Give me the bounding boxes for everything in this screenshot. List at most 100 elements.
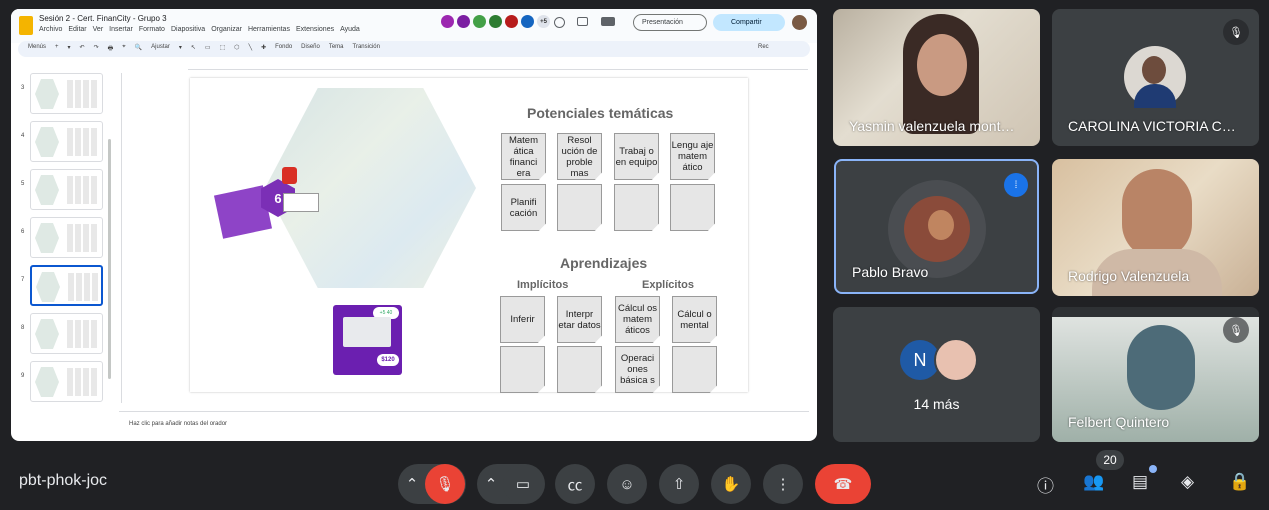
background-button[interactable]: Fondo (275, 44, 292, 54)
slide-thumbnail[interactable] (30, 361, 103, 402)
undo-icon[interactable]: ↶ (80, 44, 85, 54)
menu-item[interactable]: Ver (93, 26, 104, 33)
menu-bar: Archivo Editar Ver Insertar Formato Diap… (39, 26, 360, 33)
audio-level-icon: ⁞ (1004, 173, 1028, 197)
participant-tile-speaking[interactable]: ⁞ Pablo Bravo (834, 159, 1039, 294)
add-slide-button[interactable]: + (55, 44, 59, 54)
slide-thumbnail[interactable] (30, 217, 103, 258)
slide-thumbnail[interactable] (30, 121, 103, 162)
history-icon[interactable] (554, 17, 565, 28)
emoji-button[interactable]: ☺ (607, 464, 647, 504)
shape-icon[interactable]: ⬡ (234, 44, 239, 54)
title-potenciales: Potenciales temáticas (527, 105, 674, 121)
more-collaborators[interactable]: +5 (537, 15, 550, 28)
thumb-number: 4 (21, 133, 25, 139)
menu-item[interactable]: Herramientas (248, 26, 290, 33)
participant-name: CAROLINA VICTORIA C… (1068, 118, 1236, 134)
menu-item[interactable]: Formato (139, 26, 165, 33)
raise-hand-button[interactable]: ✋ (711, 464, 751, 504)
collaborator-avatar[interactable] (473, 15, 486, 28)
chevron-down-icon[interactable]: ▾ (68, 44, 71, 54)
toolbar: Menús + ▾ ↶ ↷ 🖶 ⌖ 🔍 Ajustar ▾ ↖ ▭ ⬚ ⬡ ╲ … (18, 41, 810, 57)
menus-search[interactable]: Menús (28, 44, 46, 54)
collaborator-avatar[interactable] (489, 15, 502, 28)
slide-canvas[interactable]: 6 +5 40 $120 Potenciales temáticas Matem… (190, 78, 748, 393)
record-button[interactable]: Rec (758, 44, 769, 50)
more-options-button[interactable]: ⋮ (763, 464, 803, 504)
note-box: Cálcul os matem áticos (615, 296, 660, 343)
info-icon[interactable]: ⓘ (1037, 472, 1054, 497)
present-button[interactable]: Presentación (633, 14, 707, 31)
camera-button[interactable]: ▭ (503, 464, 543, 504)
city-map-hexagon (265, 88, 476, 288)
chevron-up-icon[interactable]: ⌃ (477, 464, 505, 504)
thumb-number: 6 (21, 229, 25, 235)
participant-tile[interactable]: 🎙 Felbert Quintero (1052, 307, 1259, 442)
mic-off-button[interactable]: 🎙 (425, 464, 465, 504)
zoom-icon[interactable]: 🔍 (135, 44, 142, 54)
shared-screen: Sesión 2 - Cert. FinanCity - Grupo 3 Arc… (11, 9, 817, 441)
document-title[interactable]: Sesión 2 - Cert. FinanCity - Grupo 3 (39, 14, 167, 23)
slide-thumbnail[interactable] (30, 169, 103, 210)
meet-icon[interactable] (601, 17, 615, 26)
host-controls-icon[interactable]: 🔒 (1229, 472, 1250, 492)
share-button[interactable]: Compartir (713, 14, 785, 31)
collaborator-avatar[interactable] (505, 15, 518, 28)
menu-item[interactable]: Ayuda (340, 26, 360, 33)
participant-face (1127, 325, 1195, 410)
participant-name: Yasmin valenzuela mont… (849, 118, 1015, 134)
present-screen-button[interactable]: ⇧ (659, 464, 699, 504)
chevron-down-icon[interactable]: ▾ (179, 44, 182, 54)
note-box (672, 346, 717, 393)
collaborator-avatar[interactable] (441, 15, 454, 28)
transition-button[interactable]: Transición (353, 44, 380, 54)
textbox-icon[interactable]: ▭ (205, 44, 211, 54)
note-box (670, 184, 715, 231)
slide-thumbnail[interactable] (30, 313, 103, 354)
line-icon[interactable]: ╲ (248, 44, 252, 54)
menu-item[interactable]: Insertar (109, 26, 133, 33)
meeting-code: pbt-phok-joc (19, 472, 108, 489)
participant-tile[interactable]: Yasmin valenzuela mont… (833, 9, 1040, 146)
end-call-button[interactable]: ☎ (815, 464, 871, 504)
thumb-number: 3 (21, 85, 25, 91)
more-participants: 14 más (913, 396, 960, 412)
note-box: Operaci ones básica s (615, 346, 660, 393)
thumbnail-scrollbar[interactable] (108, 139, 111, 379)
redo-icon[interactable]: ↷ (94, 44, 99, 54)
blank-note (283, 193, 319, 212)
activities-icon[interactable]: ◈ (1181, 472, 1194, 492)
collaborator-avatar[interactable] (457, 15, 470, 28)
print-icon[interactable]: 🖶 (108, 44, 114, 54)
menu-item[interactable]: Archivo (39, 26, 62, 33)
participant-tile[interactable]: 🎙 CAROLINA VICTORIA C… (1052, 9, 1259, 146)
slide-thumbnail-selected[interactable] (30, 265, 103, 306)
insert-icon[interactable]: ✚ (261, 44, 266, 54)
participant-tile[interactable]: Rodrigo Valenzuela (1052, 159, 1259, 296)
theme-button[interactable]: Tema (329, 44, 344, 54)
layout-button[interactable]: Diseño (301, 44, 320, 54)
menu-item[interactable]: Editar (68, 26, 86, 33)
note-box: Cálcul o mental (672, 296, 717, 343)
menu-item[interactable]: Diapositiva (171, 26, 205, 33)
participant-face (1122, 169, 1192, 259)
horizontal-ruler (188, 61, 808, 70)
slide-thumbnail[interactable] (30, 73, 103, 114)
captions-button[interactable]: ㏄ (555, 464, 595, 504)
comment-icon[interactable] (577, 17, 588, 26)
collaborator-avatar[interactable] (521, 15, 534, 28)
account-avatar[interactable] (792, 15, 807, 30)
menu-item[interactable]: Extensiones (296, 26, 334, 33)
note-box: Matem ática financi era (501, 133, 546, 180)
paint-format-icon[interactable]: ⌖ (122, 44, 125, 54)
menu-item[interactable]: Organizar (211, 26, 242, 33)
image-icon[interactable]: ⬚ (220, 44, 226, 54)
speaker-notes[interactable]: Haz clic para añadir notas del orador (119, 411, 809, 433)
chat-icon[interactable]: ▤ (1132, 472, 1148, 492)
fit-dropdown[interactable]: Ajustar (151, 44, 170, 54)
select-icon[interactable]: ↖ (191, 44, 196, 54)
mic-off-icon: 🎙 (1223, 317, 1249, 343)
people-icon[interactable]: 👥 (1083, 472, 1104, 492)
others-tile[interactable]: N 14 más (833, 307, 1040, 442)
chevron-up-icon[interactable]: ⌃ (398, 464, 426, 504)
